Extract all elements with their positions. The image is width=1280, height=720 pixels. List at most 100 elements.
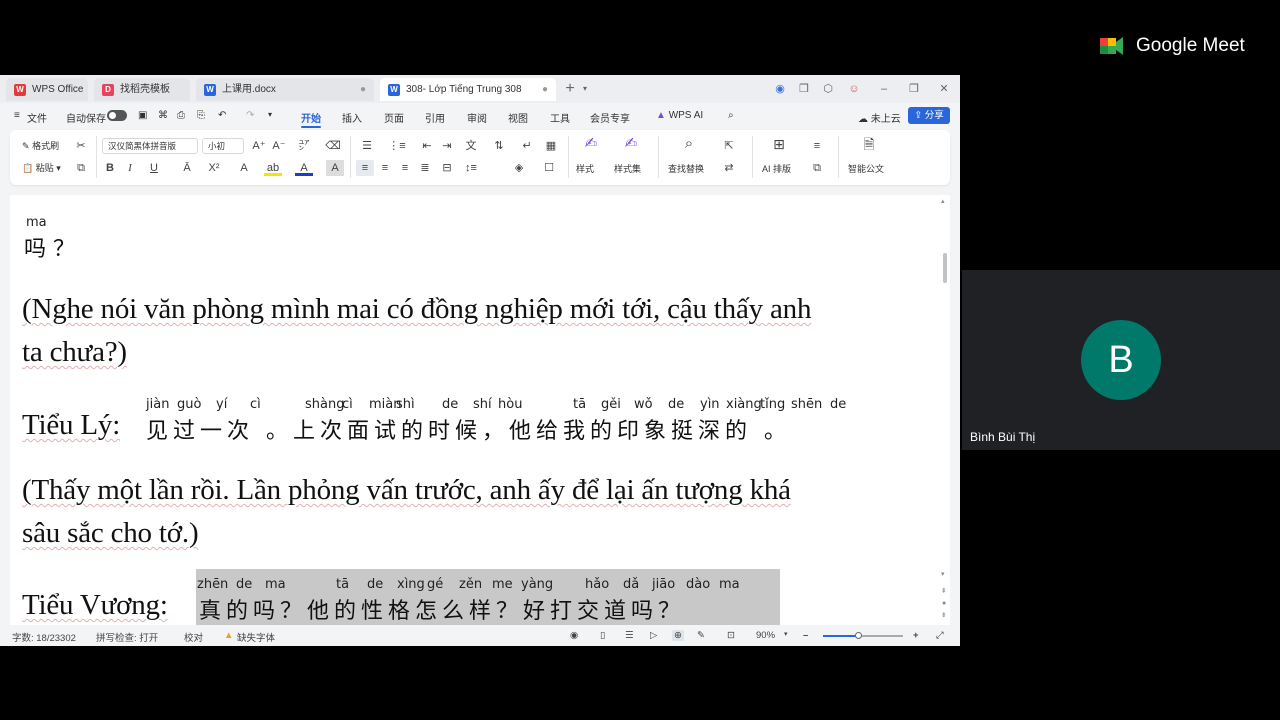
superscript-icon[interactable]: X²: [205, 160, 223, 176]
zoom-slider-thumb[interactable]: [855, 632, 862, 639]
align-right-icon[interactable]: ≡: [396, 160, 414, 176]
styles-button[interactable]: 样式: [576, 162, 594, 175]
print-icon[interactable]: ⎙: [177, 110, 185, 121]
close-tab-icon[interactable]: ●: [360, 78, 366, 101]
underline-icon[interactable]: U: [145, 160, 163, 176]
grow-font-icon[interactable]: A⁺: [250, 138, 268, 154]
avatar-icon[interactable]: ☺: [846, 81, 862, 97]
shading-icon[interactable]: ◈: [510, 160, 528, 176]
fullscreen-icon[interactable]: ⤢: [936, 630, 944, 641]
smart-doc-button[interactable]: 智能公文: [848, 162, 884, 175]
play-icon[interactable]: ▷: [650, 630, 657, 641]
tab-doc-shangkeyong[interactable]: W 上课用.docx ●: [196, 78, 374, 101]
new-tab-icon[interactable]: +: [562, 81, 578, 97]
redo-icon[interactable]: ↷: [246, 110, 254, 121]
style-set-button[interactable]: 样式集: [614, 162, 641, 175]
word-count[interactable]: 字数: 18/23302: [12, 630, 76, 644]
font-color-icon[interactable]: A: [295, 160, 313, 176]
document-page[interactable]: ma 吗 ？ (Nghe nói văn phòng mình mai có đ…: [10, 195, 938, 625]
align-left-icon[interactable]: ≡: [356, 160, 374, 176]
fit-page-icon[interactable]: ⊡: [727, 630, 735, 641]
find-replace-button[interactable]: 查找替换: [668, 162, 704, 175]
numbered-list-icon[interactable]: ⋮≡: [388, 138, 406, 154]
spell-check-status[interactable]: 拼写检查: 打开: [96, 630, 158, 644]
cube-icon[interactable]: ⬡: [820, 81, 836, 97]
web-view-icon[interactable]: ⊕: [672, 630, 684, 641]
zoom-out-icon[interactable]: –: [803, 630, 808, 641]
menu-home[interactable]: 开始: [301, 110, 321, 128]
vertical-scrollbar[interactable]: ▴ ▾ ⇞ ● ⇟: [940, 195, 950, 625]
chinese-layout-icon[interactable]: 文: [462, 138, 480, 154]
restore-icon[interactable]: ❐: [906, 81, 922, 97]
zoom-in-icon[interactable]: +: [913, 630, 919, 641]
menu-insert[interactable]: 插入: [342, 110, 362, 125]
participant-tile[interactable]: B Bình Bùi Thị: [962, 270, 1280, 450]
line-spacing-icon[interactable]: ↕≡: [462, 160, 480, 176]
tab-list-chevron-icon[interactable]: ▾: [577, 81, 593, 97]
replace-icon[interactable]: ⇄: [720, 160, 738, 176]
text-direction-icon[interactable]: ≡: [808, 138, 826, 154]
shrink-font-icon[interactable]: A⁻: [270, 138, 288, 154]
cloud-status[interactable]: ☁ 未上云: [858, 110, 901, 125]
page-view-icon[interactable]: ▯: [600, 630, 605, 641]
tab-docer-templates[interactable]: D 找稻壳模板: [94, 78, 190, 101]
decrease-indent-icon[interactable]: ⇤: [418, 138, 436, 154]
find-icon[interactable]: ⌕: [680, 136, 698, 152]
distribute-icon[interactable]: ⊟: [438, 160, 456, 176]
style-set-icon[interactable]: ✍: [622, 136, 640, 152]
missing-font-button[interactable]: 缺失字体: [237, 630, 275, 644]
outline-view-icon[interactable]: ☰: [625, 630, 634, 641]
strikethrough-icon[interactable]: Ā: [178, 160, 196, 176]
menu-references[interactable]: 引用: [425, 110, 445, 125]
format-painter-button[interactable]: ✎ 格式刷: [22, 139, 59, 152]
window-layout-icon[interactable]: ❐: [796, 81, 812, 97]
show-marks-icon[interactable]: ↵: [518, 138, 536, 154]
more-chevron-icon[interactable]: ▾: [268, 110, 272, 119]
styles-icon[interactable]: ✍: [582, 136, 600, 152]
zoom-slider[interactable]: [823, 632, 903, 639]
next-page-icon[interactable]: ⇟: [941, 611, 947, 619]
eye-icon[interactable]: ◉: [570, 630, 578, 641]
select-icon[interactable]: ⇱: [720, 138, 738, 154]
hamburger-menu-icon[interactable]: ≡: [14, 110, 20, 121]
close-window-icon[interactable]: ✕: [936, 81, 952, 97]
text-effect-icon[interactable]: A: [235, 160, 253, 176]
sort-icon[interactable]: ⇅: [490, 138, 508, 154]
tab-wps-office[interactable]: W WPS Office: [6, 78, 88, 101]
menu-member[interactable]: 会员专享: [590, 110, 630, 125]
phonetic-guide-icon[interactable]: ㍐: [295, 138, 313, 154]
minimize-icon[interactable]: –: [876, 81, 892, 97]
menu-tools[interactable]: 工具: [550, 110, 570, 125]
scroll-thumb[interactable]: [943, 253, 947, 283]
arrange-icon[interactable]: ⧉: [808, 160, 826, 176]
table-icon[interactable]: ▦: [542, 138, 560, 154]
menu-page[interactable]: 页面: [384, 110, 404, 125]
italic-icon[interactable]: I: [121, 160, 139, 176]
paste-button[interactable]: 📋 粘贴 ▾: [22, 161, 61, 174]
ai-layout-button[interactable]: AI 排版: [762, 162, 791, 175]
align-center-icon[interactable]: ≡: [376, 160, 394, 176]
justify-icon[interactable]: ≣: [416, 160, 434, 176]
proofread-button[interactable]: 校对: [184, 630, 203, 644]
char-shading-icon[interactable]: A: [326, 160, 344, 176]
undo-icon[interactable]: ↶: [218, 110, 226, 121]
font-name-select[interactable]: 汉仪简黑体拼音版: [102, 138, 198, 154]
smart-doc-icon[interactable]: 🗎: [860, 136, 878, 152]
tab-doc-308[interactable]: W 308- Lớp Tiếng Trung 308 ●: [380, 78, 556, 101]
wps-ai-menu[interactable]: ▲ WPS AI: [656, 110, 703, 121]
prev-page-icon[interactable]: ⇞: [941, 587, 947, 595]
autosave-toggle[interactable]: [107, 110, 127, 121]
search-icon[interactable]: ⌕: [728, 110, 734, 121]
save-icon[interactable]: ▣: [138, 110, 147, 121]
zoom-chevron-icon[interactable]: ▾: [784, 630, 788, 638]
scroll-up-icon[interactable]: ▴: [941, 197, 945, 205]
zoom-level[interactable]: 90%: [756, 630, 775, 641]
select-browse-icon[interactable]: ●: [942, 600, 946, 607]
font-size-select[interactable]: 小初: [202, 138, 244, 154]
ai-layout-icon[interactable]: ⊞: [770, 136, 788, 152]
border-icon[interactable]: ☐: [540, 160, 558, 176]
bullet-list-icon[interactable]: ☰: [358, 138, 376, 154]
highlight-icon[interactable]: ab: [264, 160, 282, 176]
print-preview-icon[interactable]: ⎘: [197, 110, 205, 121]
menu-view[interactable]: 视图: [508, 110, 528, 125]
